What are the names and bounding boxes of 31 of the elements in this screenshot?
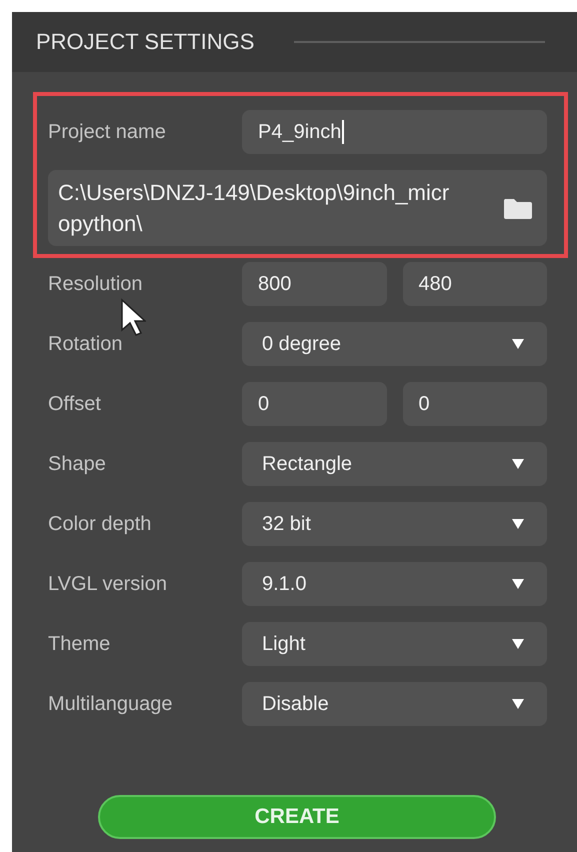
number-field[interactable]: 0 xyxy=(402,382,547,426)
number-field[interactable]: 800 xyxy=(242,262,386,306)
field-label: Shape xyxy=(48,452,107,476)
field-label: Offset xyxy=(48,392,102,416)
dropdown[interactable]: 0 degree xyxy=(242,322,547,366)
dropdown[interactable]: Disable xyxy=(242,682,547,726)
dropdown-arrow-icon xyxy=(511,638,525,650)
panel-title: PROJECT SETTINGS xyxy=(36,29,254,55)
dropdown-arrow-icon xyxy=(511,518,525,530)
text-cursor xyxy=(342,120,344,144)
field-label: Rotation xyxy=(48,332,124,356)
dropdown[interactable]: Rectangle xyxy=(242,442,547,486)
dropdown-arrow-icon xyxy=(511,578,525,590)
field-label: Project name xyxy=(48,120,167,144)
dropdown-arrow-icon xyxy=(511,338,525,350)
field-label: Resolution xyxy=(48,272,144,296)
mouse-pointer-icon xyxy=(120,298,146,336)
dropdown-arrow-icon xyxy=(511,698,525,710)
path-field[interactable]: C:\Users\DNZJ-149\Desktop\9inch_micropython\ xyxy=(48,170,547,246)
field-label: Color depth xyxy=(48,512,152,536)
number-field[interactable]: 480 xyxy=(402,262,547,306)
field-label: LVGL version xyxy=(48,572,168,596)
dropdown[interactable]: 32 bit xyxy=(242,502,547,546)
dropdown[interactable]: 9.1.0 xyxy=(242,562,547,606)
dropdown[interactable]: Light xyxy=(242,622,547,666)
field-label: Theme xyxy=(48,632,112,656)
project-name-field[interactable]: P4_9inch xyxy=(242,110,547,154)
number-field[interactable]: 0 xyxy=(242,382,386,426)
folder-icon[interactable] xyxy=(503,196,533,220)
field-label: Multilanguage xyxy=(48,692,174,716)
dropdown-arrow-icon xyxy=(511,458,525,470)
